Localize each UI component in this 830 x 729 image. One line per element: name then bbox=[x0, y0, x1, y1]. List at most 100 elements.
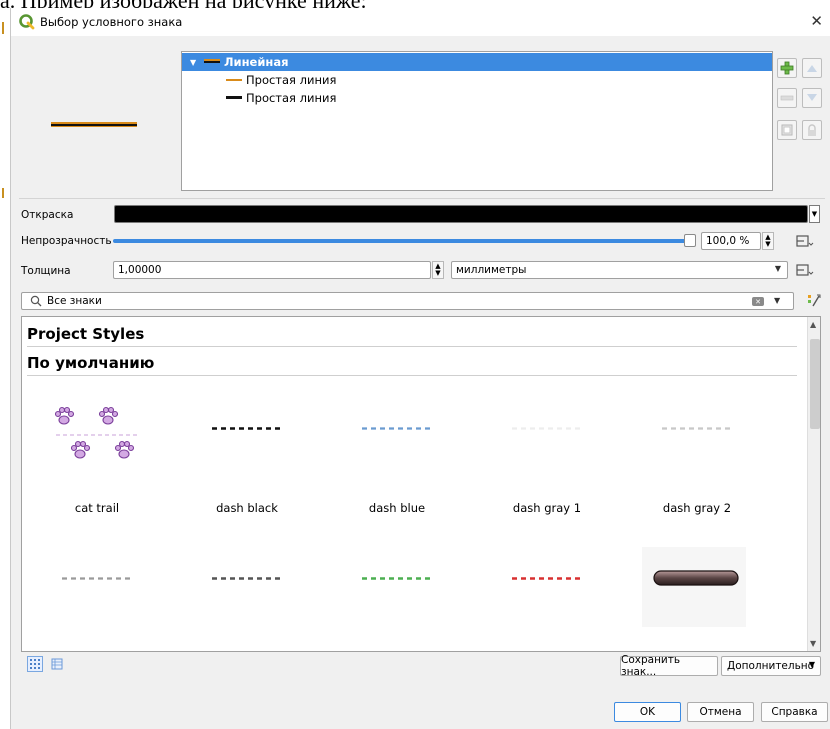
qgis-logo-icon bbox=[19, 14, 35, 30]
lock-icon bbox=[808, 123, 816, 136]
duplicate-layer-button[interactable] bbox=[777, 120, 797, 140]
dash-line-preview bbox=[212, 577, 282, 580]
symbol-item-dash-black[interactable]: dash black bbox=[172, 397, 322, 537]
move-up-button[interactable] bbox=[802, 58, 822, 78]
icon-view-toggle[interactable] bbox=[27, 656, 43, 672]
advanced-label: Дополнительно bbox=[727, 660, 815, 672]
line-swatch-icon bbox=[226, 96, 242, 99]
lock-layer-button[interactable] bbox=[802, 120, 822, 140]
search-text: Все знаки bbox=[47, 295, 102, 307]
symbol-item[interactable] bbox=[472, 547, 622, 651]
tree-item-simple-line[interactable]: Простая линия bbox=[182, 71, 772, 89]
symbol-item[interactable] bbox=[172, 547, 322, 651]
tree-item-label: Простая линия bbox=[246, 91, 337, 105]
group-title-project-styles: Project Styles bbox=[27, 325, 145, 343]
duplicate-icon bbox=[781, 124, 793, 136]
rounded-line-preview bbox=[653, 570, 739, 586]
tree-item-label: Простая линия bbox=[246, 73, 337, 87]
opacity-slider-handle[interactable] bbox=[684, 234, 696, 247]
color-button[interactable] bbox=[114, 205, 808, 223]
minus-icon bbox=[780, 95, 794, 101]
dash-line-preview bbox=[362, 427, 432, 430]
unit-select[interactable]: миллиметры ▼ bbox=[451, 261, 788, 279]
list-icon bbox=[51, 658, 63, 670]
paw-print-icon bbox=[54, 406, 140, 459]
symbol-preview-background bbox=[642, 547, 746, 627]
chevron-down-icon: ▼ bbox=[808, 660, 815, 669]
symbol-item-dash-gray-1[interactable]: dash gray 1 bbox=[472, 397, 622, 537]
dash-line-preview bbox=[362, 577, 432, 580]
tree-item-label: Линейная bbox=[224, 55, 289, 69]
add-layer-button[interactable] bbox=[777, 58, 797, 78]
ok-button[interactable]: OK bbox=[614, 702, 681, 722]
width-spinbox[interactable]: 1,00000 bbox=[113, 261, 431, 279]
close-icon[interactable]: ✕ bbox=[810, 12, 823, 30]
advanced-button[interactable]: Дополнительно ▼ bbox=[721, 656, 821, 676]
width-label: Толщина bbox=[21, 265, 71, 277]
symbol-label: dash blue bbox=[368, 501, 426, 515]
unit-value: миллиметры bbox=[456, 264, 527, 276]
opacity-spinbox[interactable]: 100,0 % bbox=[701, 232, 761, 250]
data-defined-override-icon[interactable] bbox=[795, 262, 815, 278]
style-manager-icon[interactable] bbox=[807, 292, 821, 310]
opacity-label: Непрозрачность bbox=[21, 235, 112, 247]
scrollbar-thumb[interactable] bbox=[810, 339, 820, 429]
grid-icon bbox=[30, 659, 40, 669]
opacity-slider-track[interactable] bbox=[113, 239, 687, 243]
width-spin-buttons[interactable]: ▲ ▼ bbox=[432, 261, 444, 279]
symbol-item-dash-gray-2[interactable]: dash gray 2 bbox=[622, 397, 772, 537]
chevron-down-icon: ▼ bbox=[774, 264, 781, 273]
gallery-scrollbar[interactable]: ▲ ▼ bbox=[807, 317, 820, 651]
symbol-gallery[interactable]: Project Styles По умолчанию cat trail da… bbox=[21, 316, 821, 652]
plus-icon bbox=[780, 61, 794, 75]
dash-line-preview bbox=[512, 427, 582, 430]
document-margin-marker bbox=[2, 188, 4, 198]
opacity-spin-buttons[interactable]: ▲ ▼ bbox=[762, 232, 774, 250]
symbol-item-cat-trail[interactable]: cat trail bbox=[22, 397, 172, 537]
data-defined-override-icon[interactable] bbox=[795, 233, 815, 249]
chevron-down-icon[interactable]: ▼ bbox=[774, 296, 780, 305]
line-swatch-icon bbox=[226, 79, 242, 81]
color-dropdown-arrow[interactable]: ▼ bbox=[809, 205, 820, 223]
symbol-search-input[interactable]: Все знаки ✕ ▼ bbox=[21, 292, 794, 310]
title-bar: Выбор условного знака ✕ bbox=[11, 8, 830, 36]
divider bbox=[27, 346, 797, 347]
symbol-preview bbox=[51, 122, 137, 128]
symbol-label: cat trail bbox=[74, 501, 120, 515]
save-symbol-button[interactable]: Сохранить знак... bbox=[620, 654, 718, 678]
search-icon bbox=[30, 295, 42, 307]
dash-line-preview bbox=[512, 577, 582, 580]
divider bbox=[19, 198, 825, 199]
document-margin-marker bbox=[2, 22, 4, 34]
line-swatch-icon bbox=[204, 59, 220, 65]
clear-icon[interactable]: ✕ bbox=[752, 297, 764, 306]
arrow-up-icon[interactable]: ▲ bbox=[810, 320, 816, 329]
dash-line-preview bbox=[62, 577, 132, 580]
move-down-button[interactable] bbox=[802, 88, 822, 108]
help-button[interactable]: Справка bbox=[761, 702, 828, 722]
symbol-preview-panel: ▼ Линейная Простая линия Простая линия bbox=[19, 44, 825, 198]
symbol-label: dash gray 1 bbox=[512, 501, 582, 515]
chevron-down-icon[interactable]: ▼ bbox=[190, 58, 196, 67]
symbol-layer-tree[interactable]: ▼ Линейная Простая линия Простая линия bbox=[181, 51, 773, 191]
arrow-up-icon bbox=[807, 65, 817, 72]
group-title-default: По умолчанию bbox=[27, 354, 155, 372]
remove-layer-button[interactable] bbox=[777, 88, 797, 108]
window-title: Выбор условного знака bbox=[40, 15, 183, 29]
dash-line-preview bbox=[212, 427, 282, 430]
list-view-toggle[interactable] bbox=[49, 656, 65, 672]
symbol-label: dash black bbox=[216, 501, 278, 515]
arrow-down-icon[interactable]: ▼ bbox=[810, 639, 816, 648]
cancel-button[interactable]: Отмена bbox=[687, 702, 754, 722]
symbol-item[interactable] bbox=[322, 547, 472, 651]
symbol-item[interactable] bbox=[622, 547, 772, 651]
divider bbox=[27, 375, 797, 376]
symbol-item-dash-blue[interactable]: dash blue bbox=[322, 397, 472, 537]
symbol-selector-dialog: Выбор условного знака ✕ ▼ Линейная Прост… bbox=[10, 8, 830, 729]
symbol-label: dash gray 2 bbox=[662, 501, 732, 515]
color-label: Откраска bbox=[21, 209, 74, 221]
arrow-down-icon bbox=[807, 94, 817, 101]
tree-item-simple-line[interactable]: Простая линия bbox=[182, 89, 772, 107]
tree-item-line-symbol[interactable]: ▼ Линейная bbox=[182, 53, 772, 71]
symbol-item[interactable] bbox=[22, 547, 172, 651]
